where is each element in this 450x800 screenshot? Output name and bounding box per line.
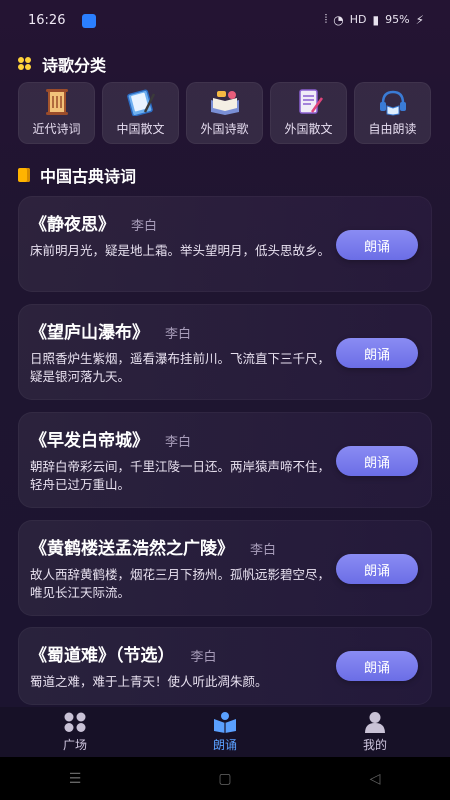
document-pen-icon [292, 88, 326, 116]
nav-label: 广场 [62, 738, 87, 752]
network-hd-label: HD [349, 13, 367, 26]
poem-title-row: 《蜀道难》（节选） 李白 [30, 641, 217, 666]
poem-author: 李白 [165, 327, 192, 342]
nav-item-recite[interactable]: 朗诵 [150, 707, 300, 757]
classics-title-text: 中国古典诗词 [40, 167, 137, 186]
back-icon[interactable]: ◁ [345, 771, 405, 787]
poem-author: 李白 [131, 219, 158, 234]
category-title-text: 诗歌分类 [42, 56, 107, 75]
poem-author: 李白 [165, 435, 192, 450]
status-time: 16:26 [28, 13, 66, 28]
recite-button[interactable]: 朗诵 [336, 230, 418, 260]
nav-label: 我的 [362, 738, 387, 752]
poem-title-row: 《黄鹤楼送孟浩然之广陵》 李白 [30, 534, 276, 559]
system-navigation-bar: ☰ ▢ ◁ [0, 757, 450, 800]
poem-excerpt: 床前明月光，疑是地上霜。举头望明月，低头思故乡。 [30, 243, 331, 258]
category-item-free-reading[interactable]: 自由朗读 [354, 82, 431, 144]
category-item-modern-poetry[interactable]: 近代诗词 [18, 82, 95, 144]
status-bar: 16:26 ⦙ ◔ HD ▮ 95% ⚡ [0, 0, 450, 44]
poem-title: 《早发白帝城》 [30, 431, 149, 451]
classics-section-title: 中国古典诗词 [18, 163, 136, 187]
poem-excerpt: 蜀道之难，难于上青天！使人听此凋朱颜。 [30, 674, 268, 689]
grid-icon [64, 712, 86, 732]
headphones-book-icon [376, 88, 410, 116]
status-indicators: ⦙ ◔ HD ▮ 95% ⚡ [325, 12, 424, 27]
app-notification-icon [82, 14, 96, 28]
poem-excerpt: 日照香炉生紫烟，遥看瀑布挂前川。飞流直下三千尺，疑是银河落九天。 [30, 351, 331, 384]
category-label: 外国诗歌 [200, 122, 249, 136]
book-icon [18, 168, 30, 182]
open-book-icon [208, 88, 242, 116]
poem-card[interactable]: 《望庐山瀑布》 李白 日照香炉生紫烟，遥看瀑布挂前川。飞流直下三千尺，疑是银河落九… [18, 304, 432, 400]
recite-button[interactable]: 朗诵 [336, 651, 418, 681]
poem-title: 《望庐山瀑布》 [30, 323, 149, 343]
poem-author: 李白 [250, 543, 277, 558]
nav-label: 朗诵 [212, 738, 237, 752]
poem-card[interactable]: 《黄鹤楼送孟浩然之广陵》 李白 故人西辞黄鹤楼，烟花三月下扬州。孤帆远影碧空尽，唯… [18, 520, 432, 616]
category-label: 中国散文 [116, 122, 165, 136]
reading-book-icon [214, 712, 236, 733]
scroll-icon [40, 88, 74, 116]
poem-card[interactable]: 《静夜思》 李白 床前明月光，疑是地上霜。举头望明月，低头思故乡。 朗诵 [18, 196, 432, 292]
category-label: 自由朗读 [368, 122, 417, 136]
category-item-foreign-prose[interactable]: 外国散文 [270, 82, 347, 144]
poem-author: 李白 [190, 650, 217, 665]
notebook-pen-icon [124, 88, 158, 116]
poem-title-row: 《早发白帝城》 李白 [30, 426, 191, 451]
recite-button[interactable]: 朗诵 [336, 446, 418, 476]
bottom-navigation: 广场 朗诵 我的 [0, 707, 450, 757]
vibrate-icon: ⦙ [324, 12, 328, 26]
person-icon [365, 712, 385, 733]
poem-title: 《静夜思》 [30, 215, 115, 235]
category-label: 外国散文 [284, 122, 333, 136]
poem-title-row: 《静夜思》 李白 [30, 210, 157, 235]
category-section-title: 诗歌分类 [18, 52, 106, 76]
clover-icon [18, 57, 32, 71]
battery-level: 95% [385, 13, 410, 26]
poem-excerpt: 朝辞白帝彩云间，千里江陵一日还。两岸猿声啼不住，轻舟已过万重山。 [30, 459, 331, 492]
poem-title: 《蜀道难》（节选） [30, 646, 175, 666]
poem-title-row: 《望庐山瀑布》 李白 [30, 318, 191, 343]
category-item-chinese-prose[interactable]: 中国散文 [102, 82, 179, 144]
nav-item-square[interactable]: 广场 [0, 707, 150, 757]
wifi-icon: ◔ [333, 12, 344, 27]
signal-icon: ▮ [372, 12, 380, 27]
recite-button[interactable]: 朗诵 [336, 554, 418, 584]
category-list: 近代诗词 中国散文 外国诗歌 外国散文 自由朗读 [18, 82, 432, 144]
category-label: 近代诗词 [32, 122, 81, 136]
charging-icon: ⚡ [415, 12, 424, 27]
poem-card[interactable]: 《早发白帝城》 李白 朝辞白帝彩云间，千里江陵一日还。两岸猿声啼不住，轻舟已过万重… [18, 412, 432, 508]
nav-item-mine[interactable]: 我的 [300, 707, 450, 757]
recite-button[interactable]: 朗诵 [336, 338, 418, 368]
category-item-foreign-poetry[interactable]: 外国诗歌 [186, 82, 263, 144]
home-icon[interactable]: ▢ [195, 771, 255, 787]
poem-title: 《黄鹤楼送孟浩然之广陵》 [30, 539, 234, 559]
menu-icon[interactable]: ☰ [45, 771, 105, 787]
poem-excerpt: 故人西辞黄鹤楼，烟花三月下扬州。孤帆远影碧空尽，唯见长江天际流。 [30, 567, 331, 600]
poem-card[interactable]: 《蜀道难》（节选） 李白 蜀道之难，难于上青天！使人听此凋朱颜。 朗诵 [18, 627, 432, 705]
